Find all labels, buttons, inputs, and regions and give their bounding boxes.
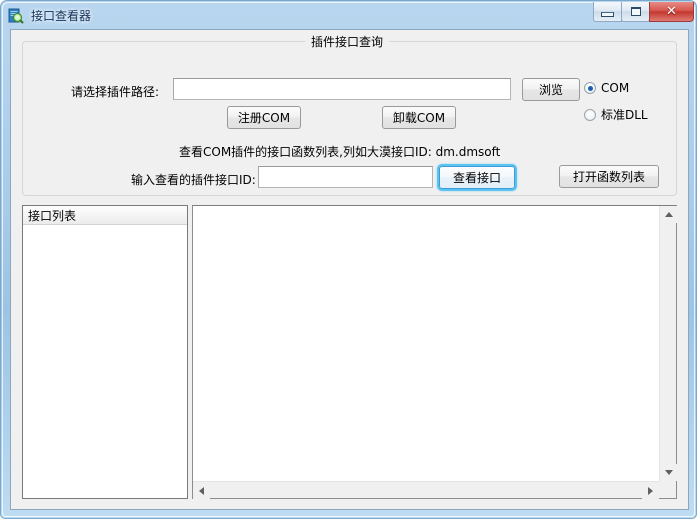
radio-standard-dll-indicator	[584, 108, 596, 121]
view-interface-button[interactable]: 查看接口	[439, 166, 515, 189]
close-button[interactable]: ✕	[649, 2, 694, 22]
groupbox-title: 插件接口查询	[305, 33, 390, 50]
title-bar[interactable]: 接口查看器 ✕	[1, 1, 696, 29]
application-window: 接口查看器 ✕ 插件接口查询 请选择插件路径: 浏览 COM 标准DLL 注册C…	[0, 0, 697, 519]
unregister-com-button[interactable]: 卸载COM	[382, 106, 456, 129]
browse-button[interactable]: 浏览	[522, 78, 580, 101]
interface-list-panel[interactable]: 接口列表	[22, 205, 188, 499]
interface-id-label: 输入查看的插件接口ID:	[131, 173, 256, 187]
window-title: 接口查看器	[31, 8, 92, 23]
scroll-down-icon[interactable]	[660, 464, 677, 481]
interface-list-body[interactable]	[23, 225, 187, 498]
minimize-icon	[601, 11, 614, 17]
scroll-right-icon[interactable]	[642, 482, 659, 499]
plugin-path-label: 请选择插件路径:	[71, 85, 160, 99]
interface-list-header: 接口列表	[23, 206, 187, 225]
close-icon: ✕	[666, 4, 677, 19]
radio-standard-dll[interactable]: 标准DLL	[584, 106, 648, 123]
horizontal-scrollbar[interactable]	[193, 481, 659, 499]
plugin-path-input[interactable]	[173, 78, 511, 100]
output-panel[interactable]	[192, 205, 677, 499]
vertical-scrollbar[interactable]	[659, 206, 677, 481]
scroll-left-icon[interactable]	[193, 482, 210, 499]
register-com-button[interactable]: 注册COM	[227, 106, 301, 129]
scrollbar-corner	[659, 481, 676, 498]
hint-text: 查看COM插件的接口函数列表,列如大漠接口ID: dm.dmsoft	[179, 145, 501, 159]
maximize-icon	[630, 7, 641, 16]
client-area: 插件接口查询 请选择插件路径: 浏览 COM 标准DLL 注册COM 卸载COM…	[10, 29, 689, 510]
output-text-area[interactable]	[193, 206, 659, 481]
radio-com-indicator	[584, 82, 596, 94]
interface-id-input[interactable]	[258, 166, 433, 188]
open-function-list-button[interactable]: 打开函数列表	[559, 165, 659, 188]
radio-com-label: COM	[601, 81, 630, 95]
minimize-button[interactable]	[593, 2, 622, 22]
radio-standard-dll-label: 标准DLL	[601, 108, 648, 122]
document-magnifier-icon	[8, 8, 24, 24]
radio-com[interactable]: COM	[584, 81, 629, 95]
scroll-up-icon[interactable]	[660, 206, 677, 223]
maximize-button[interactable]	[621, 2, 650, 22]
window-controls: ✕	[593, 2, 694, 24]
